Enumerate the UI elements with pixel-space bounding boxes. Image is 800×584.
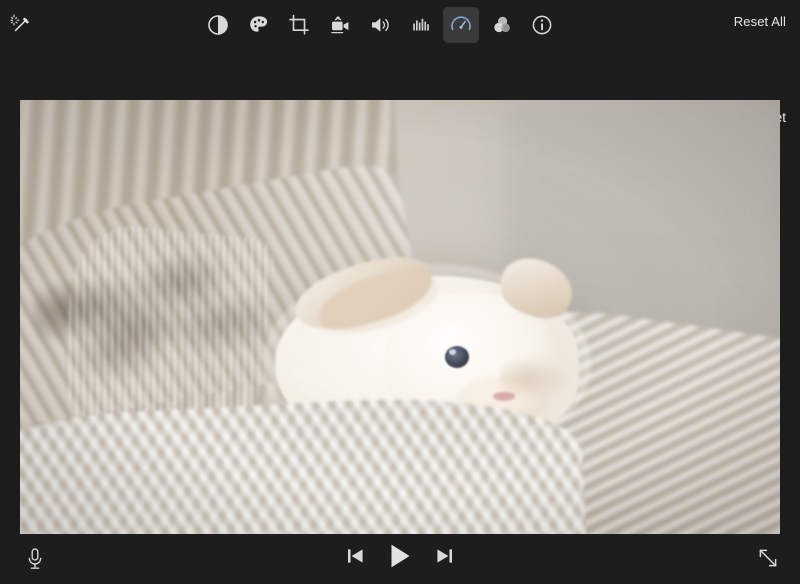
crop-icon[interactable] xyxy=(281,7,317,43)
shrink-diagonal-icon[interactable] xyxy=(754,544,782,572)
magic-wand-icon[interactable] xyxy=(5,10,37,40)
color-balance-icon[interactable] xyxy=(200,7,236,43)
noise-reduction-icon[interactable] xyxy=(403,7,439,43)
microphone-icon[interactable] xyxy=(20,543,50,575)
speed-icon[interactable] xyxy=(443,7,479,43)
transport-controls xyxy=(0,542,800,570)
volume-icon[interactable] xyxy=(362,7,398,43)
skip-to-start-icon[interactable] xyxy=(346,546,365,566)
stabilization-icon[interactable] xyxy=(322,7,358,43)
rabbit-nose xyxy=(493,391,515,401)
play-icon[interactable] xyxy=(387,542,413,570)
video-editor-window: Reset All Speed: Normal Smooth xyxy=(0,0,800,584)
video-viewer[interactable] xyxy=(20,100,780,534)
adjustments-toolbar: Reset All xyxy=(0,0,800,50)
reset-all-button[interactable]: Reset All xyxy=(734,14,786,29)
tool-icon-row xyxy=(200,6,560,44)
rabbit-eye xyxy=(444,346,470,369)
skip-to-end-icon[interactable] xyxy=(435,546,454,566)
color-correction-icon[interactable] xyxy=(241,7,277,43)
playback-bar xyxy=(0,534,800,584)
info-icon[interactable] xyxy=(524,7,560,43)
speed-controls-row: Speed: Normal Smooth Reverse xyxy=(0,50,800,129)
video-frame-content xyxy=(20,100,780,534)
clip-filter-icon[interactable] xyxy=(484,7,520,43)
